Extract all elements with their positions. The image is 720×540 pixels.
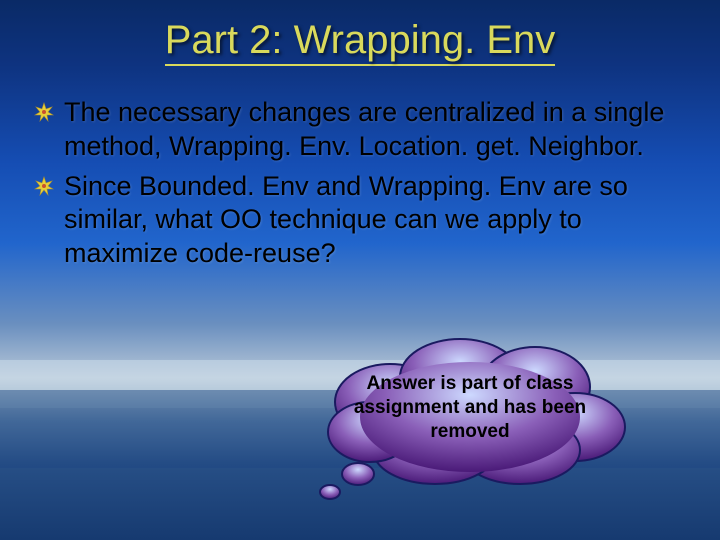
slide-body: The necessary changes are centralized in… (34, 96, 690, 277)
list-item: Since Bounded. Env and Wrapping. Env are… (34, 170, 690, 271)
slide: Part 2: Wrapping. Env The necessary chan… (0, 0, 720, 540)
bullet-text: The necessary changes are centralized in… (64, 96, 690, 164)
starburst-icon (34, 102, 54, 122)
bullet-text: Since Bounded. Env and Wrapping. Env are… (64, 170, 690, 271)
starburst-icon (34, 176, 54, 196)
title-text: Part 2: Wrapping. Env (165, 18, 556, 66)
list-item: The necessary changes are centralized in… (34, 96, 690, 164)
slide-title: Part 2: Wrapping. Env (0, 18, 720, 63)
callout-text: Answer is part of class assignment and h… (345, 372, 595, 443)
